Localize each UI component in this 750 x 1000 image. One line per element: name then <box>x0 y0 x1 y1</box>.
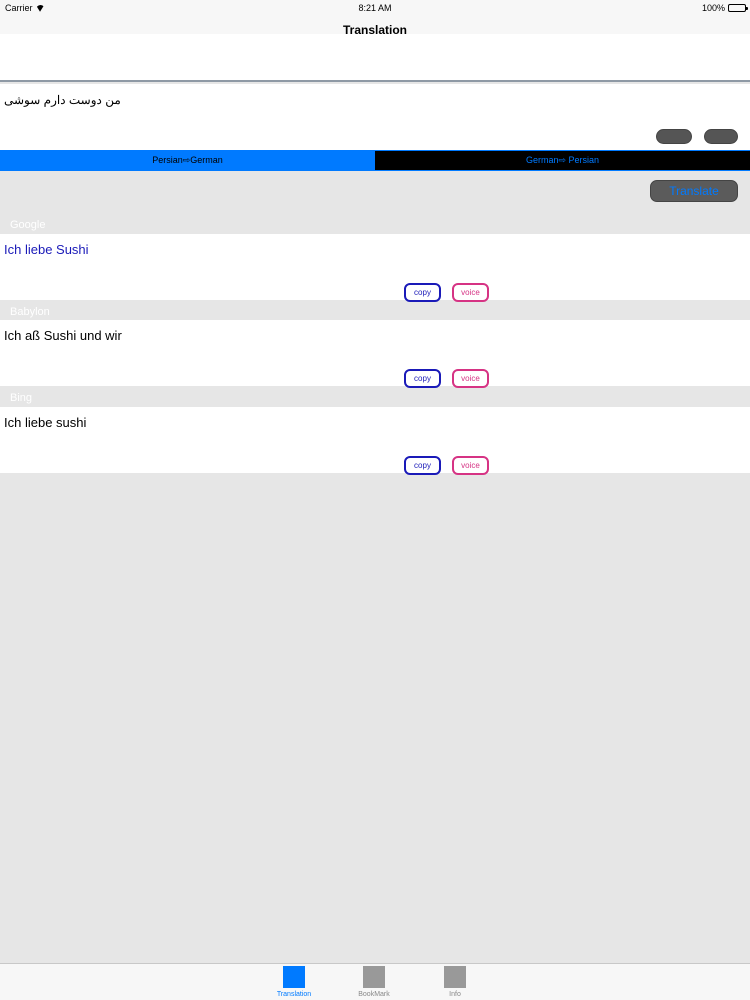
result-babylon: Ich aß Sushi und wir copy voice <box>0 320 750 388</box>
clear-button[interactable] <box>656 129 692 144</box>
navigation-bar: Translation <box>0 16 750 34</box>
direction-selector: Persian⇨German German⇨ Persian <box>0 150 750 171</box>
paste-button[interactable] <box>704 129 738 144</box>
tab-bar: Translation BookMark Info <box>0 963 750 1000</box>
engine-label-google: Google <box>10 219 46 231</box>
bookmark-icon <box>363 966 385 988</box>
tab-label-info: Info <box>449 991 461 998</box>
translation-screen: Carrier 8:21 AM 100% Translation من دوست… <box>0 0 750 1000</box>
result-text-bing: Ich liebe sushi <box>4 415 87 430</box>
engine-label-bing: Bing <box>10 392 33 404</box>
direction-persian-to-german[interactable]: Persian⇨German <box>0 151 375 170</box>
battery-icon <box>728 4 748 12</box>
translation-icon <box>283 966 305 988</box>
source-text[interactable]: من دوست دارم سوشی <box>4 93 204 107</box>
input-header-area <box>0 34 750 82</box>
battery-indicator: 100% <box>701 3 748 13</box>
result-google: Ich liebe Sushi copy voice <box>0 234 750 302</box>
tab-label-bookmark: BookMark <box>358 991 390 998</box>
tab-translation[interactable]: Translation <box>264 966 324 998</box>
result-text-google: Ich liebe Sushi <box>4 242 89 257</box>
tab-bookmark[interactable]: BookMark <box>344 966 404 998</box>
direction-german-to-persian[interactable]: German⇨ Persian <box>375 151 750 170</box>
status-bar: Carrier 8:21 AM 100% <box>0 0 750 16</box>
copy-button-babylon[interactable]: copy <box>404 369 441 388</box>
tab-label-translation: Translation <box>276 991 312 998</box>
result-text-babylon: Ich aß Sushi und wir <box>4 328 122 343</box>
page-title: Translation <box>342 23 407 34</box>
source-text-area[interactable]: من دوست دارم سوشی <box>0 84 750 150</box>
voice-button-google[interactable]: voice <box>452 283 489 302</box>
result-bing: Ich liebe sushi copy voice <box>0 407 750 475</box>
voice-button-bing[interactable]: voice <box>452 456 489 475</box>
engine-label-babylon: Babylon <box>10 306 50 318</box>
copy-button-bing[interactable]: copy <box>404 456 441 475</box>
translate-button[interactable]: Translate <box>650 180 738 202</box>
copy-button-google[interactable]: copy <box>404 283 441 302</box>
battery-percent: 100% <box>701 3 725 13</box>
clock: 8:21 AM <box>358 3 392 13</box>
info-icon <box>444 966 466 988</box>
voice-button-babylon[interactable]: voice <box>452 369 489 388</box>
tab-info[interactable]: Info <box>425 966 485 998</box>
